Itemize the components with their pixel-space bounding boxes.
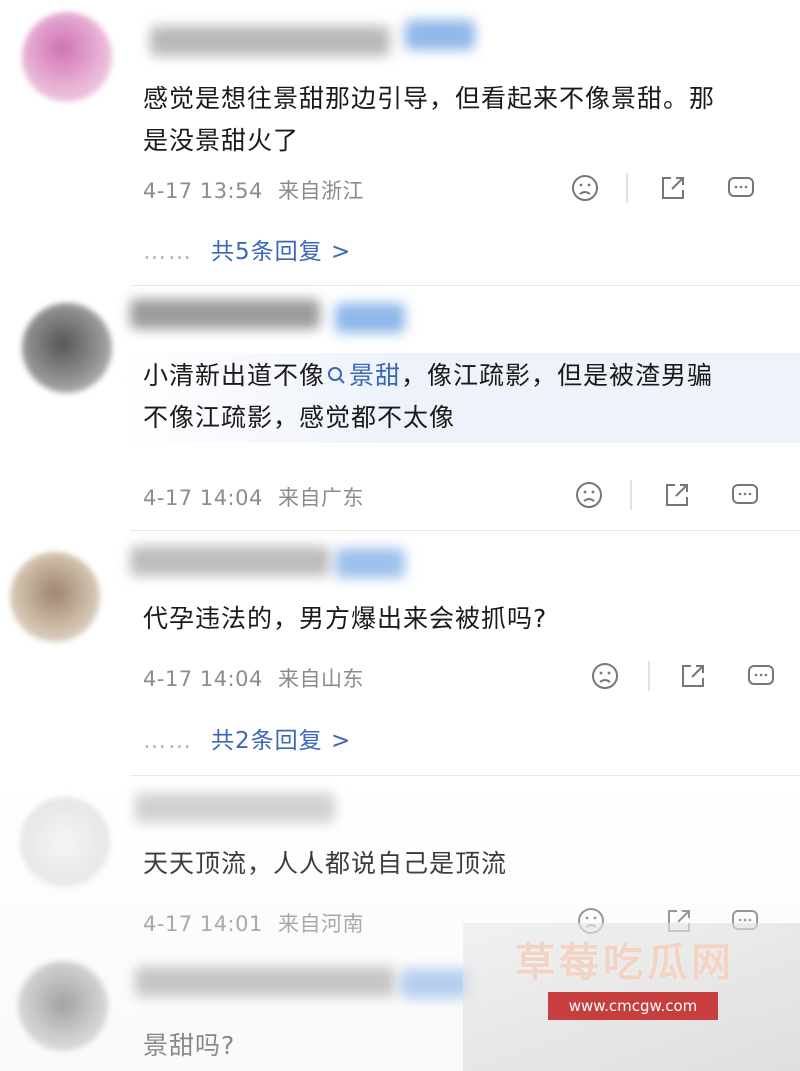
username-blurred[interactable]	[135, 967, 395, 997]
divider	[648, 661, 650, 691]
view-replies-link[interactable]: …… 共5条回复 >	[143, 232, 351, 266]
comment-location: 来自山东	[278, 667, 365, 691]
comment-divider	[130, 285, 800, 286]
avatar[interactable]	[18, 961, 108, 1051]
watermark-url: www.cmcgw.com	[548, 992, 718, 1020]
comment-time: 4-17 14:04	[143, 667, 263, 691]
divider	[626, 173, 628, 203]
comment-location: 来自广东	[278, 486, 365, 510]
share-icon[interactable]	[662, 480, 692, 510]
comment-time: 4-17 14:04	[143, 486, 263, 510]
search-icon	[328, 367, 345, 384]
search-tag-link[interactable]: 景甜	[325, 361, 401, 390]
replies-count: 共5条回复 >	[211, 239, 352, 265]
comment-icon[interactable]	[746, 661, 776, 691]
comment-actions	[590, 661, 800, 697]
comment-text: 小清新出道不像 景甜，像江疏影，但是被渣男骗 不像江疏影，感觉都不太像	[143, 361, 714, 432]
comment-text: 代孕违法的，男方爆出来会被抓吗?	[143, 604, 548, 633]
user-badge-blurred	[405, 20, 475, 50]
avatar[interactable]	[22, 12, 112, 102]
share-icon[interactable]	[678, 661, 708, 691]
sad-face-icon[interactable]	[570, 173, 600, 203]
sad-face-icon[interactable]	[574, 480, 604, 510]
divider	[630, 480, 632, 510]
watermark-title: 草莓吃瓜网	[515, 940, 735, 986]
user-badge-blurred	[400, 969, 470, 999]
username-blurred[interactable]	[130, 546, 330, 576]
comment-text: 天天顶流，人人都说自己是顶流	[143, 849, 508, 878]
username-blurred[interactable]	[130, 299, 320, 329]
reply-dots: ……	[143, 239, 193, 265]
replies-count: 共2条回复 >	[211, 728, 352, 754]
reply-dots: ……	[143, 728, 193, 754]
comment-meta: 4-17 13:54 来自浙江	[143, 175, 364, 205]
comment-divider	[130, 530, 800, 531]
avatar[interactable]	[20, 797, 110, 887]
view-replies-link[interactable]: …… 共2条回复 >	[143, 721, 351, 755]
comment-actions	[570, 173, 800, 209]
user-badge-blurred	[335, 303, 405, 333]
username-blurred[interactable]	[135, 793, 335, 823]
comment-meta: 4-17 14:01 来自河南	[143, 908, 364, 938]
comment-icon[interactable]	[726, 173, 756, 203]
comment-meta: 4-17 14:04 来自山东	[143, 663, 364, 693]
share-icon[interactable]	[658, 173, 688, 203]
sad-face-icon[interactable]	[590, 661, 620, 691]
comment-location: 来自浙江	[278, 179, 365, 203]
comment-text: 感觉是想往景甜那边引导，但看起来不像景甜。那 是没景甜火了	[143, 84, 716, 155]
comment-actions	[574, 480, 800, 516]
avatar[interactable]	[10, 552, 100, 642]
comment-divider	[130, 775, 800, 776]
comment-icon[interactable]	[730, 480, 760, 510]
username-blurred[interactable]	[150, 26, 390, 56]
comment-meta: 4-17 14:04 来自广东	[143, 482, 364, 512]
comment-time: 4-17 13:54	[143, 179, 263, 203]
user-badge-blurred	[335, 548, 405, 578]
comment-location: 来自河南	[278, 912, 365, 936]
avatar[interactable]	[22, 303, 112, 393]
comment-time: 4-17 14:01	[143, 912, 263, 936]
